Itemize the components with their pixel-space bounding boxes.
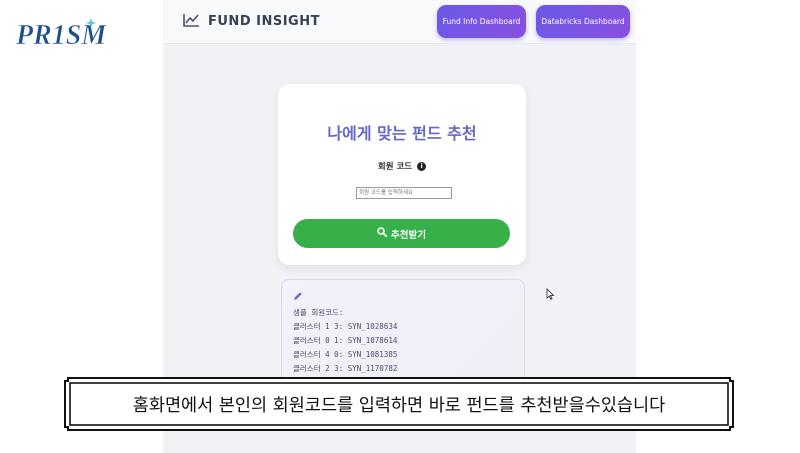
sample-code-line: 클러스터 4 0: SYN_1081385 — [293, 350, 398, 359]
recommend-button[interactable]: 추천받기 — [293, 219, 510, 248]
app-title: FUND INSIGHT — [208, 14, 320, 29]
mouse-cursor-icon — [546, 285, 555, 304]
recommendation-card: 나에게 맞는 펀드 추천 회원 코드 i 추천받기 — [278, 84, 526, 265]
caption-box: 홈화면에서 본인의 회원코드를 입력하면 바로 펀드를 추천받을수있습니다 — [64, 377, 734, 431]
member-code-label-row: 회원 코드 i — [278, 160, 526, 172]
sample-code-line: 클러스터 2 3: SYN_1170782 — [293, 364, 398, 373]
info-icon[interactable]: i — [417, 161, 427, 171]
logo-text: PR1SM — [16, 20, 106, 51]
pencil-icon — [293, 291, 303, 303]
line-chart-icon — [183, 12, 200, 31]
card-title: 나에게 맞는 펀드 추천 — [327, 124, 477, 143]
fund-info-dashboard-button[interactable]: Fund Info Dashboard — [437, 5, 526, 38]
sample-code-line: 클러스터 0 1: SYN_1078614 — [293, 336, 398, 345]
search-icon — [377, 227, 388, 240]
caption-text: 홈화면에서 본인의 회원코드를 입력하면 바로 펀드를 추천받을수있습니다 — [132, 395, 666, 416]
sample-heading: 샘플 회원코드: — [293, 308, 344, 317]
sample-code-line: 클러스터 1 3: SYN_1028634 — [293, 322, 398, 331]
top-navbar: FUND INSIGHT Fund Info Dashboard Databri… — [163, 0, 636, 44]
member-code-label: 회원 코드 — [377, 162, 413, 172]
member-code-input[interactable] — [356, 187, 452, 199]
prism-logo: PR1SM — [15, 16, 108, 52]
databricks-dashboard-button[interactable]: Databricks Dashboard — [536, 5, 630, 38]
brand[interactable]: FUND INSIGHT — [183, 12, 320, 31]
recommend-button-label: 추천받기 — [391, 229, 426, 241]
